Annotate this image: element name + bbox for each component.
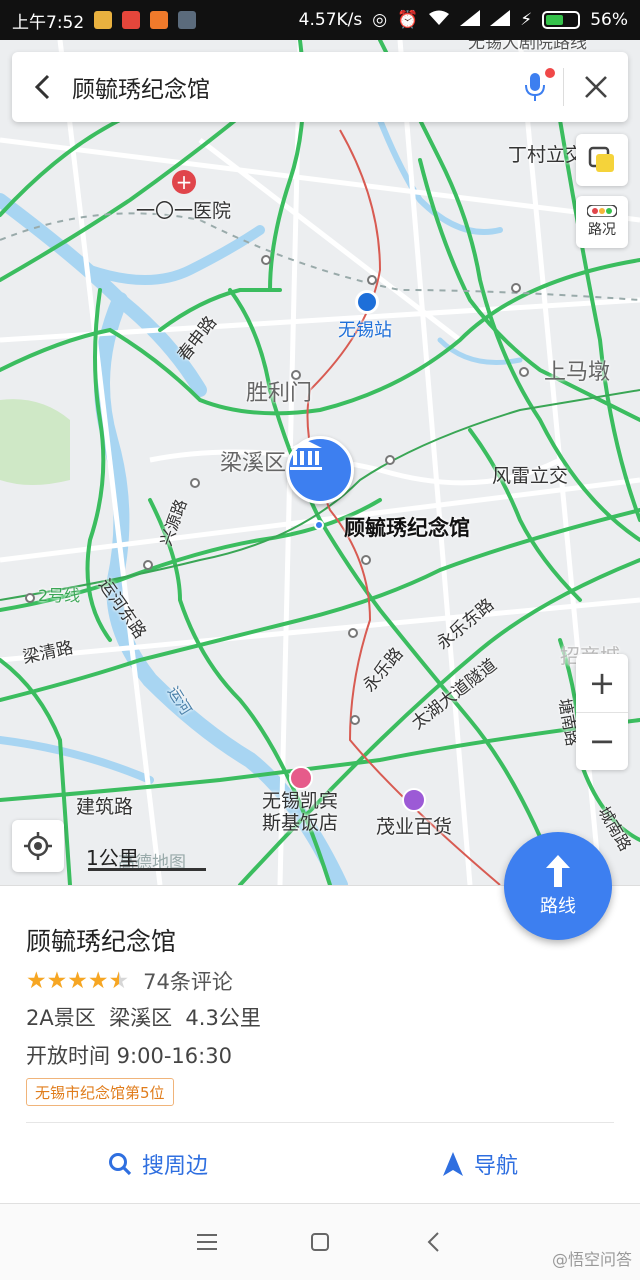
map-label-jianzhu: 建筑路 [76, 796, 134, 818]
map-label-shengli: 胜利门 [246, 381, 313, 406]
search-input[interactable]: 顾毓琇纪念馆 [72, 70, 507, 104]
layers-icon [588, 146, 614, 172]
menu-icon [196, 1234, 217, 1250]
zoom-controls: + − [576, 654, 628, 770]
map-label-station: 无锡站 [338, 320, 392, 341]
close-button[interactable] [564, 52, 628, 122]
half-star-icon: ★ [108, 967, 130, 994]
star-icon: ★ [46, 967, 68, 994]
navigation-arrow-icon [443, 1152, 463, 1176]
battery-percent: 56% [590, 10, 628, 30]
home-button[interactable] [300, 1222, 340, 1262]
hospital-icon[interactable]: + [172, 170, 196, 194]
system-back-button[interactable] [413, 1222, 453, 1262]
scale-label: 1公里 [86, 846, 139, 870]
search-nearby-label: 搜周边 [142, 1154, 209, 1179]
news-app-icon [122, 11, 141, 29]
status-time: 上午7:52 [12, 12, 85, 33]
map-label-line2: 2号线 [38, 586, 81, 605]
crosshair-icon [24, 832, 52, 860]
map-label-maoye: 茂业百货 [376, 816, 453, 838]
map-view[interactable]: 无锡大剧院路线 + 一〇一医院 丁村立交 无锡站 春申路 胜利门 上马墩 梁溪区… [0, 40, 640, 885]
calculator-app-icon [178, 11, 197, 29]
map-label-poi: 顾毓琇纪念馆 [344, 516, 470, 540]
map-label-fenglei: 风雷立交 [492, 465, 569, 487]
system-nav-bar [0, 1203, 640, 1280]
zoom-in-button[interactable]: + [576, 654, 628, 712]
map-label-dingcun: 丁村立交 [508, 144, 585, 166]
panel-divider [26, 1122, 614, 1123]
back-button[interactable] [12, 52, 72, 122]
poi-dot [314, 520, 324, 530]
railway-station-icon[interactable] [355, 290, 379, 314]
navigate-button[interactable]: 导航 [442, 1148, 518, 1180]
signal-icon-2 [490, 9, 511, 31]
menu-button[interactable] [187, 1222, 227, 1262]
close-icon [585, 76, 607, 98]
locate-button[interactable] [12, 820, 64, 872]
zoom-out-button[interactable]: − [576, 713, 628, 771]
navigate-label: 导航 [474, 1154, 519, 1179]
status-bar: 上午7:52 4.57K/s ◎ ⏰ ⚡ 56% [0, 0, 640, 40]
battery-icon [542, 11, 581, 29]
notification-dot [545, 68, 555, 78]
headline-app-icon [94, 11, 113, 29]
traffic-light-icon [587, 205, 617, 217]
route-button[interactable]: 路线 [504, 832, 612, 940]
alarm-icon: ⏰ [397, 10, 419, 30]
poi-marker[interactable] [286, 436, 354, 504]
back-icon [427, 1232, 440, 1252]
wifi-icon [428, 10, 450, 31]
network-speed: 4.57K/s [298, 10, 363, 30]
scale-bar [88, 868, 206, 871]
star-icon: ★ [87, 967, 109, 994]
traffic-label: 路况 [588, 222, 616, 238]
voice-search-button[interactable] [507, 52, 563, 122]
layers-button[interactable] [576, 134, 628, 186]
star-icon: ★ [26, 967, 47, 994]
map-label-shangmadun: 上马墩 [544, 360, 611, 385]
poi-title: 顾毓琇纪念馆 [26, 927, 177, 956]
museum-icon [290, 440, 322, 470]
star-app-icon [150, 11, 169, 29]
chevron-left-icon [34, 74, 50, 100]
rank-tag[interactable]: 无锡市纪念馆第5位 [26, 1078, 174, 1106]
review-count[interactable]: 74条评论 [143, 966, 233, 996]
home-icon [310, 1233, 329, 1251]
poi-category-line: 2A景区 梁溪区 4.3公里 [26, 1006, 261, 1030]
opening-hours: 开放时间 9:00-16:30 [26, 1044, 232, 1068]
mic-icon [525, 73, 545, 101]
search-nearby-button[interactable]: 搜周边 [108, 1148, 208, 1180]
route-label: 路线 [540, 896, 576, 917]
arrow-up-icon [546, 855, 570, 887]
traffic-button[interactable]: 路况 [576, 196, 628, 248]
search-icon [109, 1153, 132, 1176]
map-label-hotel: 无锡凯宾斯基饭店 [262, 790, 339, 834]
search-bar[interactable]: 顾毓琇纪念馆 [12, 52, 628, 122]
map-label-liangxi: 梁溪区 [220, 451, 287, 476]
signal-icon [460, 9, 481, 31]
charging-icon: ⚡ [520, 10, 533, 30]
shopping-icon[interactable] [402, 788, 426, 812]
hotspot-icon: ◎ [372, 10, 388, 30]
rating-row: ★ ★ ★ ★ ★ 74条评论 [26, 966, 233, 996]
star-icon: ★ [67, 967, 88, 994]
map-label-hospital: 一〇一医院 [136, 200, 232, 222]
brand-watermark: @悟空问答 [551, 1250, 632, 1269]
hotel-icon[interactable] [289, 766, 313, 790]
